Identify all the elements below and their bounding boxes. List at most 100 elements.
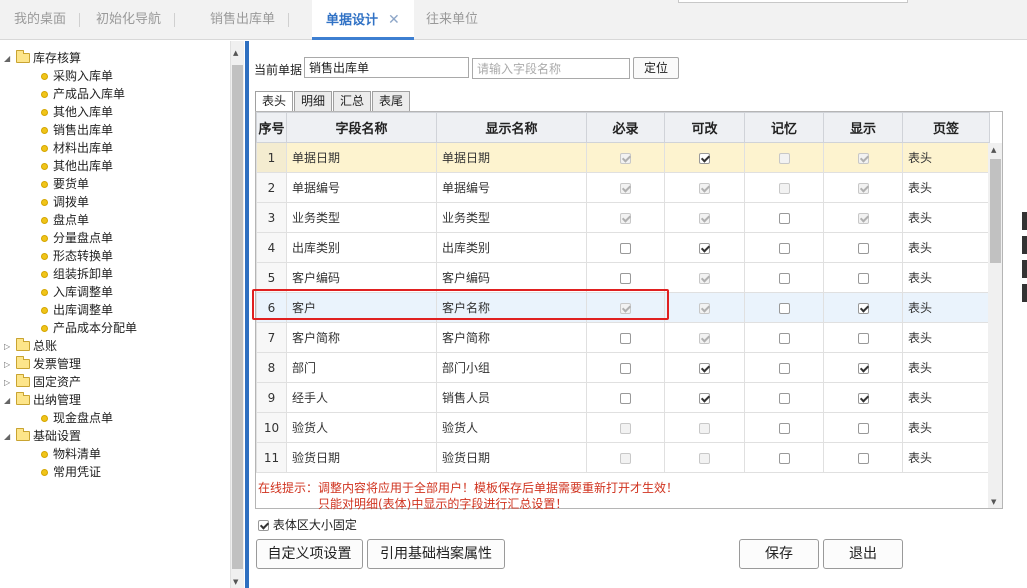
sidebar-scrollbar[interactable]: ▲ ▼ (230, 41, 244, 588)
show-cell[interactable] (823, 322, 903, 353)
col-header-editable[interactable]: 可改 (664, 112, 745, 143)
required-checkbox[interactable] (620, 392, 631, 404)
tab-cell[interactable]: 表头 (902, 352, 990, 383)
table-row[interactable]: 6 客户 客户名称 表头 (256, 292, 990, 323)
row-number[interactable]: 4 (256, 232, 287, 263)
required-cell[interactable] (586, 232, 665, 263)
current-doc-input[interactable] (304, 57, 469, 78)
show-checkbox[interactable] (857, 332, 869, 344)
memory-checkbox[interactable] (778, 242, 790, 254)
table-row[interactable]: 2 单据编号 单据编号 表头 (256, 172, 990, 203)
editable-cell[interactable] (664, 142, 745, 173)
col-header-show[interactable]: 显示 (823, 112, 903, 143)
tree-item[interactable]: 产品成本分配单 (41, 319, 137, 337)
close-icon[interactable]: ✕ (388, 12, 400, 28)
required-cell[interactable] (586, 142, 665, 173)
display-name-cell[interactable]: 单据日期 (436, 142, 587, 173)
show-cell[interactable] (823, 142, 903, 173)
field-name-cell[interactable]: 部门 (286, 352, 437, 383)
display-name-cell[interactable]: 业务类型 (436, 202, 587, 233)
required-cell[interactable] (586, 352, 665, 383)
display-name-cell[interactable]: 客户名称 (436, 292, 587, 323)
tree-item[interactable]: 常用凭证 (41, 463, 101, 481)
tab-cell[interactable]: 表头 (902, 172, 990, 203)
fixed-size-option[interactable]: 表体区大小固定 (258, 516, 357, 533)
tree-item[interactable]: 组装拆卸单 (41, 265, 113, 283)
col-header-no[interactable]: 序号 (256, 112, 287, 143)
tree-folder[interactable]: ▷ 固定资产 (4, 373, 81, 391)
memory-checkbox[interactable] (778, 362, 790, 374)
required-checkbox[interactable] (620, 332, 631, 344)
tree-item[interactable]: 出库调整单 (41, 301, 113, 319)
field-name-cell[interactable]: 单据日期 (286, 142, 437, 173)
tree-item[interactable]: 产成品入库单 (41, 85, 125, 103)
editable-cell[interactable] (664, 232, 745, 263)
table-row[interactable]: 11 验货日期 验货日期 表头 (256, 442, 990, 473)
tree-item[interactable]: 入库调整单 (41, 283, 113, 301)
tab-cell[interactable]: 表头 (902, 292, 990, 323)
tree-item[interactable]: 销售出库单 (41, 121, 113, 139)
required-cell[interactable] (586, 292, 665, 323)
required-checkbox[interactable] (620, 242, 631, 254)
subtab-summary[interactable]: 汇总 (333, 91, 372, 111)
tab-my-desktop[interactable]: 我的桌面 (0, 0, 81, 40)
display-name-cell[interactable]: 部门小组 (436, 352, 587, 383)
tree-item[interactable]: 其他出库单 (41, 157, 113, 175)
scroll-thumb[interactable] (990, 159, 1001, 263)
tab-cell[interactable]: 表头 (902, 262, 990, 293)
show-cell[interactable] (823, 442, 903, 473)
tree-item[interactable]: 形态转换单 (41, 247, 113, 265)
editable-checkbox[interactable] (699, 392, 710, 404)
table-row[interactable]: 4 出库类别 出库类别 表头 (256, 232, 990, 263)
memory-checkbox[interactable] (778, 332, 790, 344)
tab-contacts[interactable]: 往来单位 (412, 0, 492, 40)
tree-folder[interactable]: ▷ 发票管理 (4, 355, 81, 373)
tab-init-guide[interactable]: 初始化导航 (82, 0, 176, 40)
tree-item[interactable]: 材料出库单 (41, 139, 113, 157)
row-number[interactable]: 5 (256, 262, 287, 293)
show-checkbox[interactable] (857, 452, 869, 464)
memory-cell[interactable] (744, 232, 824, 263)
display-name-cell[interactable]: 客户编码 (436, 262, 587, 293)
field-name-cell[interactable]: 单据编号 (286, 172, 437, 203)
tab-cell[interactable]: 表头 (902, 232, 990, 263)
expanded-arrow-icon[interactable]: ◢ (4, 50, 14, 68)
col-header-memory[interactable]: 记忆 (744, 112, 824, 143)
tree-item[interactable]: 分量盘点单 (41, 229, 113, 247)
show-cell[interactable] (823, 172, 903, 203)
table-row[interactable]: 8 部门 部门小组 表头 (256, 352, 990, 383)
top-search-box[interactable] (678, 0, 908, 3)
tree-item[interactable]: 现金盘点单 (41, 409, 113, 427)
expanded-arrow-icon[interactable]: ◢ (4, 428, 14, 446)
memory-checkbox[interactable] (778, 452, 790, 464)
ref-attributes-button[interactable]: 引用基础档案属性 (367, 539, 505, 569)
show-cell[interactable] (823, 412, 903, 443)
tab-cell[interactable]: 表头 (902, 322, 990, 353)
scroll-down-icon[interactable]: ▼ (233, 578, 238, 586)
show-cell[interactable] (823, 202, 903, 233)
field-name-cell[interactable]: 验货日期 (286, 442, 437, 473)
memory-cell[interactable] (744, 352, 824, 383)
expanded-arrow-icon[interactable]: ◢ (4, 392, 14, 410)
editable-checkbox[interactable] (699, 242, 710, 254)
editable-cell[interactable] (664, 292, 745, 323)
editable-cell[interactable] (664, 322, 745, 353)
memory-checkbox[interactable] (778, 392, 790, 404)
table-row[interactable]: 7 客户简称 客户简称 表头 (256, 322, 990, 353)
editable-cell[interactable] (664, 352, 745, 383)
row-number[interactable]: 11 (256, 442, 287, 473)
show-cell[interactable] (823, 382, 903, 413)
tree-item[interactable]: 调拨单 (41, 193, 89, 211)
memory-checkbox[interactable] (778, 422, 790, 434)
scroll-down-icon[interactable]: ▼ (991, 498, 996, 506)
show-cell[interactable] (823, 232, 903, 263)
row-number[interactable]: 7 (256, 322, 287, 353)
show-checkbox[interactable] (857, 302, 869, 314)
row-number[interactable]: 10 (256, 412, 287, 443)
tree-item[interactable]: 采购入库单 (41, 67, 113, 85)
collapsed-arrow-icon[interactable]: ▷ (4, 338, 14, 356)
tree-folder[interactable]: ◢ 基础设置 (4, 427, 81, 445)
collapsed-arrow-icon[interactable]: ▷ (4, 356, 14, 374)
show-cell[interactable] (823, 292, 903, 323)
tree-folder[interactable]: ▷ 总账 (4, 337, 57, 355)
